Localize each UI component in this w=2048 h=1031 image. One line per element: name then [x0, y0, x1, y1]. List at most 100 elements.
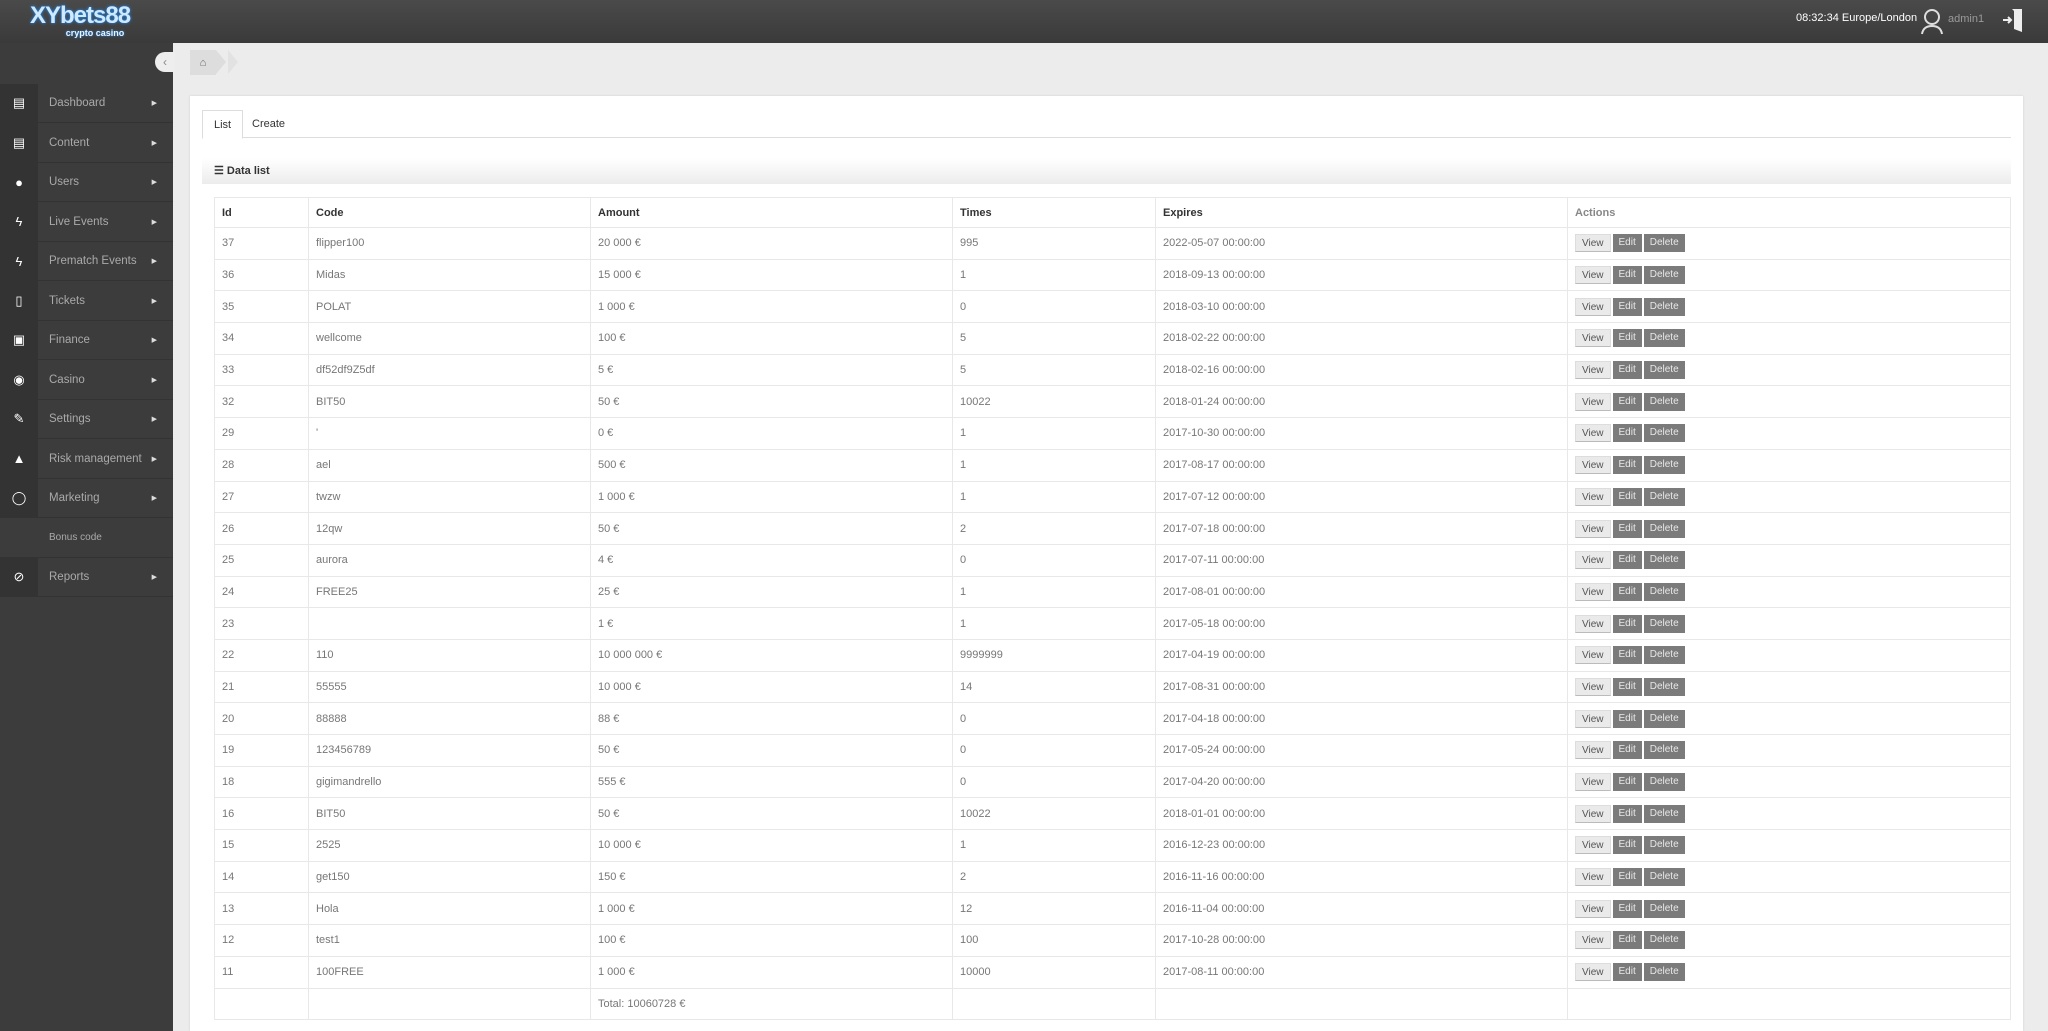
- view-button[interactable]: View: [1575, 963, 1611, 982]
- edit-button[interactable]: Edit: [1612, 709, 1642, 728]
- sidebar-item-content[interactable]: ▤ Content ▶: [0, 123, 173, 163]
- logo[interactable]: XYbets88 crypto casino: [30, 2, 131, 38]
- view-button[interactable]: View: [1575, 329, 1611, 348]
- sidebar-item-risk-management[interactable]: ▲ Risk management ▶: [0, 439, 173, 479]
- delete-button[interactable]: Delete: [1643, 804, 1685, 823]
- user-avatar-icon[interactable]: [1920, 7, 1944, 35]
- sidebar-item-finance[interactable]: ▣ Finance ▶: [0, 320, 173, 360]
- edit-button[interactable]: Edit: [1612, 677, 1642, 696]
- delete-button[interactable]: Delete: [1643, 646, 1685, 665]
- view-button[interactable]: View: [1575, 392, 1611, 411]
- edit-button[interactable]: Edit: [1612, 804, 1642, 823]
- delete-button[interactable]: Delete: [1643, 931, 1685, 950]
- edit-button[interactable]: Edit: [1612, 329, 1642, 348]
- view-button[interactable]: View: [1575, 646, 1611, 665]
- caret-right-icon: ▶: [151, 218, 157, 226]
- delete-button[interactable]: Delete: [1643, 519, 1685, 538]
- delete-button[interactable]: Delete: [1643, 487, 1685, 506]
- view-button[interactable]: View: [1575, 836, 1611, 855]
- sidebar-item-reports[interactable]: ⊘ Reports ▶: [0, 557, 173, 597]
- header-code[interactable]: Code: [308, 197, 591, 228]
- delete-button[interactable]: Delete: [1643, 361, 1685, 380]
- sidebar-item-bonus-code[interactable]: Bonus code: [0, 519, 173, 558]
- tab-list[interactable]: List: [202, 110, 244, 139]
- view-button[interactable]: View: [1575, 899, 1611, 918]
- view-button[interactable]: View: [1575, 741, 1611, 760]
- view-button[interactable]: View: [1575, 582, 1611, 601]
- edit-button[interactable]: Edit: [1612, 551, 1642, 570]
- view-button[interactable]: View: [1575, 677, 1611, 696]
- delete-button[interactable]: Delete: [1643, 836, 1685, 855]
- sidebar-item-prematch-events[interactable]: ϟ Prematch Events ▶: [0, 241, 173, 281]
- sidebar-item-dashboard[interactable]: ▤ Dashboard ▶: [0, 83, 173, 123]
- sidebar-item-tickets[interactable]: ▯ Tickets ▶: [0, 281, 173, 321]
- view-button[interactable]: View: [1575, 709, 1611, 728]
- view-button[interactable]: View: [1575, 804, 1611, 823]
- edit-button[interactable]: Edit: [1612, 773, 1642, 792]
- edit-button[interactable]: Edit: [1612, 487, 1642, 506]
- edit-button[interactable]: Edit: [1612, 646, 1642, 665]
- edit-button[interactable]: Edit: [1612, 931, 1642, 950]
- edit-button[interactable]: Edit: [1612, 741, 1642, 760]
- logout-door-icon[interactable]: [2002, 6, 2024, 34]
- delete-button[interactable]: Delete: [1643, 456, 1685, 475]
- sidebar-item-marketing[interactable]: ◯ Marketing ▶: [0, 478, 173, 518]
- header-times[interactable]: Times: [952, 197, 1156, 228]
- delete-button[interactable]: Delete: [1643, 551, 1685, 570]
- delete-button[interactable]: Delete: [1643, 677, 1685, 696]
- view-button[interactable]: View: [1575, 234, 1611, 253]
- edit-button[interactable]: Edit: [1612, 519, 1642, 538]
- tab-create[interactable]: Create: [241, 110, 296, 139]
- username[interactable]: admin1: [1948, 13, 1984, 25]
- view-button[interactable]: View: [1575, 361, 1611, 380]
- sidebar-item-users[interactable]: ● Users ▶: [0, 162, 173, 202]
- edit-button[interactable]: Edit: [1612, 234, 1642, 253]
- delete-button[interactable]: Delete: [1643, 709, 1685, 728]
- edit-button[interactable]: Edit: [1612, 963, 1642, 982]
- delete-button[interactable]: Delete: [1643, 868, 1685, 887]
- delete-button[interactable]: Delete: [1643, 741, 1685, 760]
- view-button[interactable]: View: [1575, 487, 1611, 506]
- view-button[interactable]: View: [1575, 551, 1611, 570]
- header-amount[interactable]: Amount: [590, 197, 953, 228]
- header-id[interactable]: Id: [214, 197, 309, 228]
- view-button[interactable]: View: [1575, 931, 1611, 950]
- sidebar-collapse-button[interactable]: ‹: [155, 52, 175, 72]
- edit-button[interactable]: Edit: [1612, 899, 1642, 918]
- view-button[interactable]: View: [1575, 519, 1611, 538]
- delete-button[interactable]: Delete: [1643, 392, 1685, 411]
- header-expires[interactable]: Expires: [1155, 197, 1568, 228]
- delete-button[interactable]: Delete: [1643, 297, 1685, 316]
- cell-expires: 2018-03-10 00:00:00: [1155, 290, 1568, 324]
- edit-button[interactable]: Edit: [1612, 424, 1642, 443]
- sidebar-item-live-events[interactable]: ϟ Live Events ▶: [0, 202, 173, 242]
- edit-button[interactable]: Edit: [1612, 297, 1642, 316]
- delete-button[interactable]: Delete: [1643, 234, 1685, 253]
- edit-button[interactable]: Edit: [1612, 361, 1642, 380]
- edit-button[interactable]: Edit: [1612, 868, 1642, 887]
- edit-button[interactable]: Edit: [1612, 266, 1642, 285]
- view-button[interactable]: View: [1575, 868, 1611, 887]
- view-button[interactable]: View: [1575, 297, 1611, 316]
- edit-button[interactable]: Edit: [1612, 836, 1642, 855]
- sidebar-item-casino[interactable]: ◉ Casino ▶: [0, 360, 173, 400]
- edit-button[interactable]: Edit: [1612, 582, 1642, 601]
- view-button[interactable]: View: [1575, 614, 1611, 633]
- delete-button[interactable]: Delete: [1643, 614, 1685, 633]
- delete-button[interactable]: Delete: [1643, 424, 1685, 443]
- delete-button[interactable]: Delete: [1643, 773, 1685, 792]
- delete-button[interactable]: Delete: [1643, 963, 1685, 982]
- delete-button[interactable]: Delete: [1643, 329, 1685, 348]
- view-button[interactable]: View: [1575, 266, 1611, 285]
- edit-button[interactable]: Edit: [1612, 392, 1642, 411]
- sidebar-item-settings[interactable]: ✎ Settings ▶: [0, 399, 173, 439]
- edit-button[interactable]: Edit: [1612, 614, 1642, 633]
- edit-button[interactable]: Edit: [1612, 456, 1642, 475]
- delete-button[interactable]: Delete: [1643, 266, 1685, 285]
- view-button[interactable]: View: [1575, 456, 1611, 475]
- view-button[interactable]: View: [1575, 424, 1611, 443]
- delete-button[interactable]: Delete: [1643, 899, 1685, 918]
- home-icon[interactable]: ⌂: [190, 50, 216, 75]
- delete-button[interactable]: Delete: [1643, 582, 1685, 601]
- view-button[interactable]: View: [1575, 773, 1611, 792]
